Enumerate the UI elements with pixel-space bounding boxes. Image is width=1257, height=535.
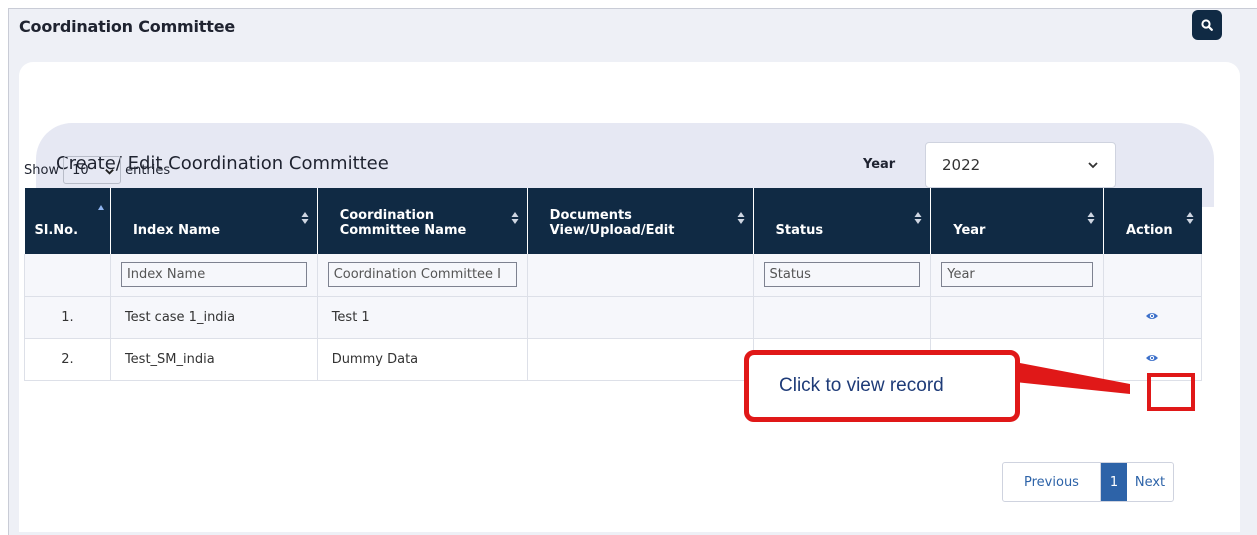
filter-cell-year: Year [930, 254, 1104, 297]
row-committee-name: Dummy Data [317, 338, 528, 381]
entries-label: entries [125, 162, 171, 178]
filter-row: Index Name Coordination Committee I Stat… [24, 254, 1203, 297]
year-select[interactable]: 2022 [925, 142, 1116, 188]
column-header-year-label: Year [953, 223, 986, 238]
filter-cell-documents [527, 254, 754, 297]
annotation-callout-text: Click to view record [779, 375, 944, 396]
page-1-button[interactable]: 1 [1101, 463, 1127, 501]
filter-cell-action [1103, 254, 1203, 297]
row-year [930, 296, 1104, 339]
annotation-highlight-box [1147, 373, 1195, 411]
year-label: Year [863, 157, 896, 172]
sort-icon [1186, 212, 1193, 224]
column-header-committee-name[interactable]: Coordination Committee Name [317, 188, 528, 254]
year-select-value: 2022 [942, 156, 981, 174]
row-documents [527, 338, 754, 381]
year-filter-input[interactable]: Year [941, 262, 1093, 288]
previous-page-button[interactable]: Previous [1003, 463, 1101, 501]
column-header-slno[interactable]: Sl.No. [24, 188, 111, 254]
sort-asc-icon [97, 205, 104, 210]
page-title: Coordination Committee [19, 17, 235, 36]
entries-select[interactable]: 10 [63, 156, 122, 184]
search-button[interactable] [1192, 10, 1222, 40]
row-committee-name: Test 1 [317, 296, 528, 339]
column-header-slno-label: Sl.No. [34, 223, 79, 238]
search-icon [1201, 19, 1213, 31]
filter-cell-committee-name: Coordination Committee I [317, 254, 528, 297]
table-row: 2. Test_SM_india Dummy Data Active 2022 [24, 338, 1203, 381]
eye-icon[interactable] [1145, 353, 1159, 363]
filter-cell-empty [24, 254, 111, 297]
column-header-index-name-label: Index Name [132, 223, 221, 238]
annotation-callout: Click to view record [744, 350, 1020, 422]
column-header-index-name[interactable]: Index Name [110, 188, 318, 254]
entries-length-control: Show 10 entries [24, 156, 170, 184]
sort-icon [914, 212, 922, 224]
column-header-year[interactable]: Year [930, 188, 1104, 254]
committee-name-filter-input[interactable]: Coordination Committee I [327, 262, 517, 288]
table-row: 1. Test case 1_india Test 1 [24, 296, 1203, 339]
show-label: Show [24, 162, 60, 178]
filter-cell-index-name: Index Name [110, 254, 318, 297]
column-header-action-label: Action [1125, 223, 1173, 238]
row-action [1103, 296, 1203, 339]
column-header-action[interactable]: Action [1103, 188, 1202, 254]
sort-icon [511, 212, 519, 224]
sort-icon [737, 212, 744, 224]
row-index-name: Test_SM_india [110, 338, 318, 381]
row-index-name: Test case 1_india [110, 296, 318, 339]
row-slno: 1. [24, 296, 111, 339]
table-header-row: Sl.No. Index Name Coordination Committee… [24, 188, 1202, 254]
row-documents [527, 296, 754, 339]
committee-table: Sl.No. Index Name Coordination Committee… [24, 188, 1203, 381]
row-slno: 2. [24, 338, 111, 381]
next-page-button[interactable]: Next [1127, 463, 1173, 501]
column-header-committee-name-label: Coordination Committee Name [339, 208, 467, 238]
pagination: Previous 1 Next [1002, 462, 1174, 502]
filter-cell-status: Status [753, 254, 932, 297]
column-header-documents-label: Documents View/Upload/Edit [549, 208, 675, 238]
index-name-filter-input[interactable]: Index Name [120, 262, 307, 288]
row-status [753, 296, 932, 339]
entries-select-value: 10 [72, 162, 89, 178]
chevron-down-icon [105, 169, 114, 175]
column-header-status[interactable]: Status [753, 188, 932, 254]
eye-icon[interactable] [1145, 311, 1159, 321]
sort-icon [301, 212, 309, 224]
column-header-status-label: Status [775, 223, 824, 238]
column-header-documents[interactable]: Documents View/Upload/Edit [527, 188, 754, 254]
chevron-down-icon [1088, 162, 1098, 169]
status-filter-input[interactable]: Status [763, 262, 921, 288]
sort-icon [1087, 212, 1095, 224]
